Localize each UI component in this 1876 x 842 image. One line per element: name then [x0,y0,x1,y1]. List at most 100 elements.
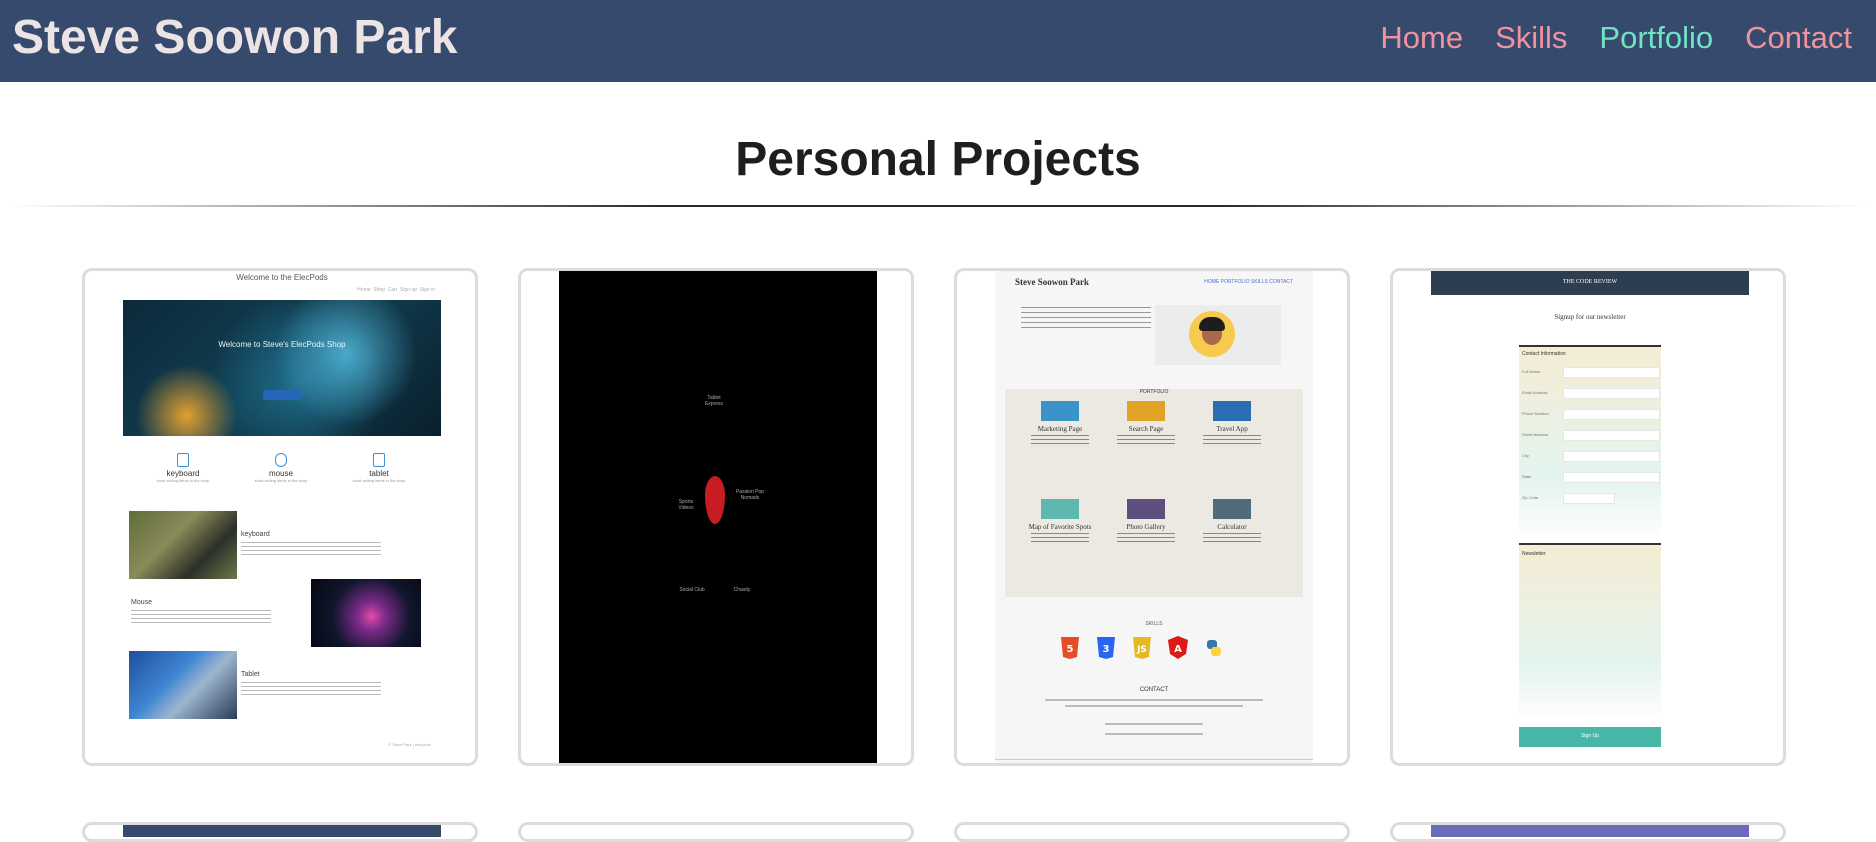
tile-thumbnail [1041,499,1079,519]
tablet-image [129,651,237,719]
project-card-row2-1[interactable] [82,822,478,842]
monitor-icon [177,453,189,467]
feature-label: mouse [268,469,293,478]
row-title-keyboard: keyboard [241,531,270,538]
tile-description [1117,435,1175,447]
zip-field [1563,493,1615,504]
section-title: Personal Projects [735,133,1141,186]
elecpods-hero-button [263,390,301,400]
tile-thumbnail [1213,499,1251,519]
project-card-heart[interactable]: Tablet Express Sports Videos Passion Pop… [518,268,914,766]
row-title-tablet: Tablet [241,671,260,678]
elecpods-hero-image: Welcome to Steve's ElecPods Shop [123,300,441,436]
project-card-row2-2[interactable] [518,822,914,842]
project-card-row2-3[interactable] [954,822,1350,842]
portfolio-name: Steve Soowon Park [1015,277,1089,287]
feature-subtext: short selling items in the shop [156,478,210,483]
skills-label: SKILLS [1145,621,1163,627]
project-card-portfolio[interactable]: Steve Soowon Park HOME PORTFOLIO SKILLS … [954,268,1350,766]
project-screenshot-elecpods: Welcome to the ElecPods Home Shop Cart S… [123,271,441,763]
angular-icon: A [1168,636,1188,659]
title-divider [10,205,1866,207]
section-rule [1519,543,1661,545]
feature-subtext: short selling items in the shop [254,478,308,483]
tile-description [1203,533,1261,545]
phone-field [1563,409,1660,420]
mouse-image [311,579,421,647]
tile-map-of-favorite-spots: Map of Favorite Spots [1027,499,1093,545]
row-text [241,682,381,698]
feature-label: keyboard [166,469,200,478]
css3-icon: 3 [1097,637,1115,659]
project-card-row2-4[interactable] [1390,822,1786,842]
tile-description [1117,533,1175,545]
sign-up-label: Sign Up [1581,733,1599,739]
row-text [131,610,271,626]
avatar-hair [1199,317,1225,331]
feature-label: tablet [369,469,389,478]
field-label: Full Name [1522,369,1541,374]
project-screenshot-heart: Tablet Express Sports Videos Passion Pop… [559,271,877,763]
nav-link-home[interactable]: Home [1380,20,1463,56]
keyboard-image [129,511,237,579]
heart-label: Chasity [733,587,751,593]
tile-travel-app: Travel App [1199,401,1265,447]
nav-link-portfolio[interactable]: Portfolio [1599,20,1713,56]
section-background [1519,543,1661,715]
contact-info-section: Contact Information Full Name Email Addr… [1519,345,1661,535]
navbar: Steve Soowon Park Home Skills Portfolio … [0,0,1876,82]
contact-text [1045,699,1263,701]
field-label: State [1522,474,1532,479]
svg-text:JS: JS [1136,645,1147,655]
heart-label: Tablet Express [704,395,724,407]
full-name-field [1563,367,1660,378]
newsletter-bar-title: THE CODE REVIEW [1562,279,1618,285]
project-screenshot-portfolio: Steve Soowon Park HOME PORTFOLIO SKILLS … [995,271,1313,763]
tile-title: Calculator [1217,523,1247,531]
svg-text:A: A [1174,644,1182,655]
project-screenshot-strip [1431,825,1749,837]
email-field [1563,388,1660,399]
city-field [1563,451,1660,462]
feature-subtext: short selling items in the shop [352,478,406,483]
tile-photo-gallery: Photo Gallery [1113,499,1179,545]
tile-title: Search Page [1128,425,1164,433]
heart-label: Social Club [679,587,705,593]
tile-title: Map of Favorite Spots [1028,523,1092,531]
field-label: Street Address [1522,432,1549,437]
nav-link-skills[interactable]: Skills [1495,20,1567,56]
section-title: Contact Information [1522,351,1566,357]
project-screenshot-strip [559,825,877,837]
elecpods-mini-nav: Home Shop Cart Sign up Sign in [357,287,435,293]
tile-calculator: Calculator [1199,499,1265,545]
field-label: Email Address [1522,390,1548,395]
nav-link-contact[interactable]: Contact [1745,20,1852,56]
tile-thumbnail [1127,401,1165,421]
contact-email [1105,733,1203,735]
sign-up-button: Sign Up [1519,727,1661,747]
newsletter-section: Newsletter [1519,543,1661,715]
tile-description [1031,533,1089,545]
svg-text:5: 5 [1067,644,1074,655]
python-icon [1207,640,1221,656]
mouse-icon [275,453,287,467]
elecpods-title: Welcome to the ElecPods [236,273,328,282]
tile-marketing-page: Marketing Page [1027,401,1093,447]
project-screenshot-strip [123,825,441,837]
feature-tablet: tablet short selling items in the shop [329,453,429,483]
svg-text:3: 3 [1103,644,1110,655]
elecpods-hero-text: Welcome to Steve's ElecPods Shop [218,340,346,349]
contact-text [1065,705,1243,707]
brand-title[interactable]: Steve Soowon Park [12,10,457,65]
row-text [241,542,381,558]
heart-shape [705,476,725,524]
project-card-elecpods[interactable]: Welcome to the ElecPods Home Shop Cart S… [82,268,478,766]
feature-mouse: mouse short selling items in the shop [231,453,331,483]
row-title-mouse: Mouse [131,599,153,606]
tile-description [1031,435,1089,447]
field-label: Zip Code [1522,495,1539,500]
tile-title: Marketing Page [1037,425,1083,433]
project-card-newsletter[interactable]: THE CODE REVIEW Signup for our newslette… [1390,268,1786,766]
avatar [1189,311,1235,357]
tile-description [1203,435,1261,447]
